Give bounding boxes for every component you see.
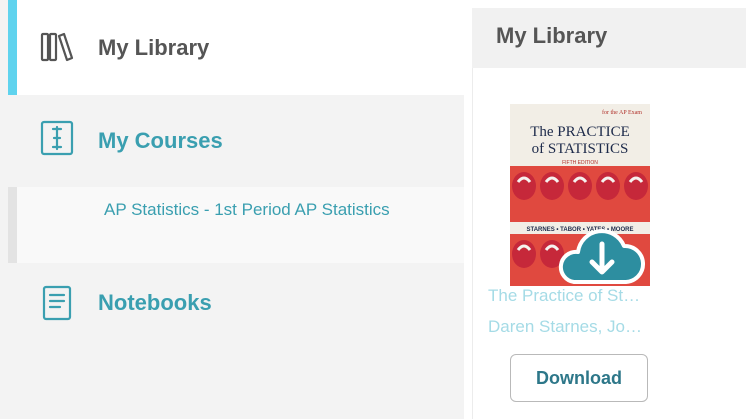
cover-top-text: for the AP Exam	[602, 109, 642, 116]
sidebar-item-notebooks[interactable]: Notebooks	[8, 263, 464, 343]
cover-heading-2: of STATISTICS	[532, 141, 629, 157]
sidebar-item-label: My Library	[98, 34, 210, 60]
page-title: My Library	[496, 23, 608, 48]
book-cover[interactable]: for the AP Exam The PRACTICE of STATISTI…	[510, 104, 650, 286]
cover-edition: FIFTH EDITION	[562, 160, 598, 166]
course-item-label: AP Statistics - 1st Period AP Statistics	[104, 200, 390, 219]
main-content: My Library for the AP Exam The PRACTICE …	[464, 0, 746, 419]
download-button[interactable]: Download	[510, 354, 648, 402]
sidebar-item-my-library[interactable]: My Library	[8, 0, 464, 95]
cover-heading-1: The PRACTICE	[530, 124, 630, 140]
course-icon	[40, 120, 74, 156]
book-author: Daren Starnes, Jo…	[488, 317, 643, 336]
sidebar-item-label: My Courses	[98, 128, 223, 153]
course-item-ap-statistics[interactable]: AP Statistics - 1st Period AP Statistics	[8, 187, 464, 263]
book-title[interactable]: The Practice of St…	[488, 286, 668, 306]
sidebar-item-label: Notebooks	[98, 290, 212, 315]
cover-authors: STARNES • TABOR • YATES • MOORE	[527, 227, 634, 233]
sidebar-item-my-courses[interactable]: My Courses	[8, 95, 464, 187]
book-cover-art: for the AP Exam The PRACTICE of STATISTI…	[510, 104, 650, 286]
main-header: My Library	[472, 8, 746, 68]
library-grid: for the AP Exam The PRACTICE of STATISTI…	[472, 68, 746, 419]
sidebar: My Library My Courses AP Statistics - 1s…	[0, 0, 464, 419]
books-icon	[40, 32, 74, 62]
notebook-icon	[42, 285, 72, 321]
